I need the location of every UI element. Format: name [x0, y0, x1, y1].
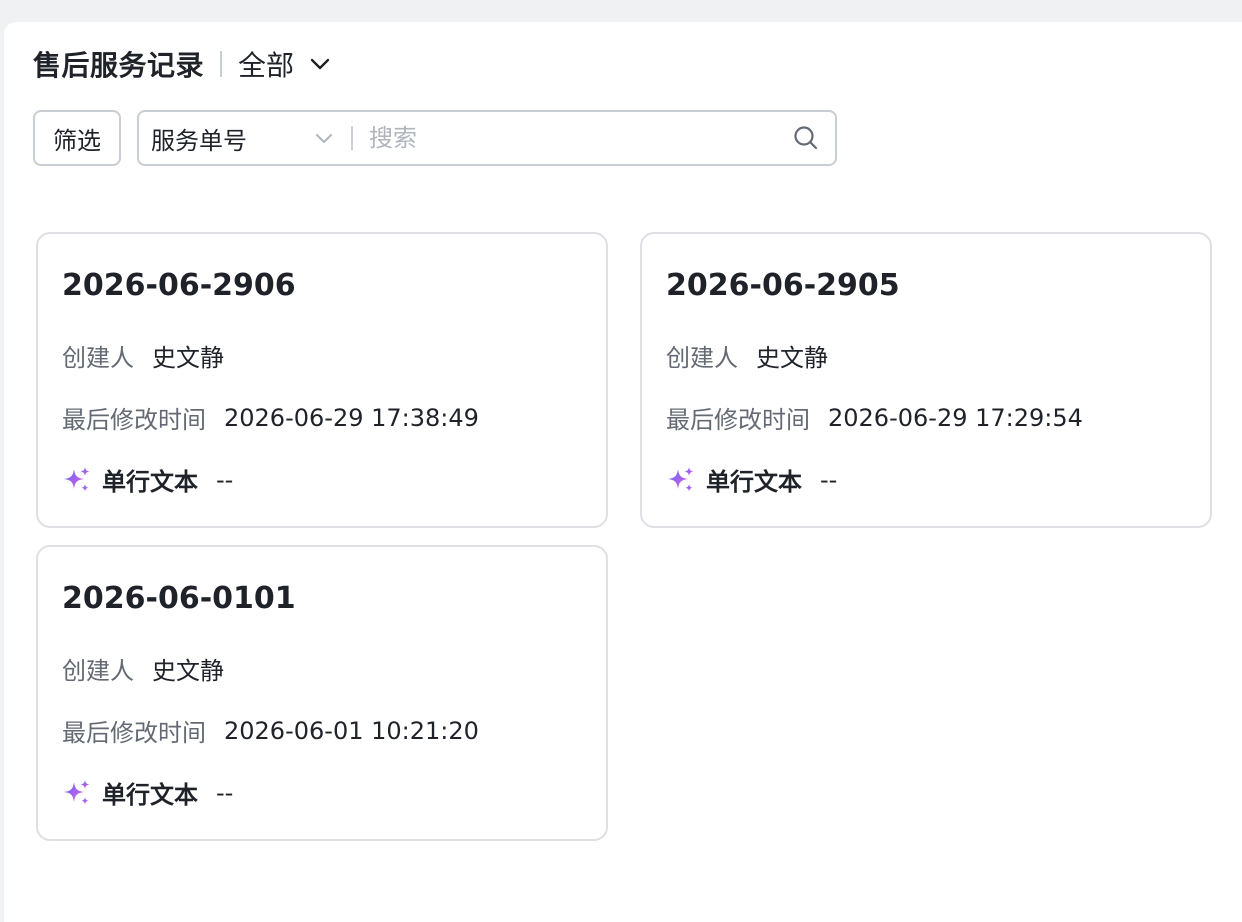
single-line-text-value: --: [216, 778, 234, 807]
chevron-down-icon: [310, 58, 330, 70]
creator-value: 史文静: [756, 344, 828, 372]
sparkle-icon: [62, 778, 92, 808]
record-card[interactable]: 2026-06-0101 创建人 史文静 最后修改时间 2026-06-01 1…: [36, 545, 608, 841]
search-box: 服务单号: [137, 110, 837, 166]
single-line-text-row: 单行文本 --: [62, 462, 233, 497]
creator-row: 创建人 史文静: [62, 651, 224, 686]
single-line-text-value: --: [820, 465, 838, 494]
filter-button[interactable]: 筛选: [33, 110, 121, 166]
search-field-select[interactable]: 服务单号: [139, 121, 351, 156]
single-line-text-row: 单行文本 --: [62, 775, 233, 810]
search-input[interactable]: [353, 124, 793, 152]
modified-label: 最后修改时间: [666, 406, 810, 434]
page-title: 售后服务记录: [33, 49, 205, 82]
record-id: 2026-06-2905: [666, 268, 900, 303]
modified-label: 最后修改时间: [62, 406, 206, 434]
search-field-label: 服务单号: [151, 126, 247, 155]
chevron-down-icon: [315, 133, 333, 144]
sparkle-icon: [62, 465, 92, 495]
modified-row: 最后修改时间 2026-06-29 17:29:54: [666, 400, 1083, 435]
scope-dropdown[interactable]: 全部: [238, 44, 330, 84]
modified-label: 最后修改时间: [62, 719, 206, 747]
creator-label: 创建人: [666, 344, 738, 372]
title-divider: [220, 51, 223, 77]
page-header: 售后服务记录 全部: [33, 46, 330, 82]
modified-value: 2026-06-29 17:29:54: [828, 403, 1083, 432]
single-line-text-row: 单行文本 --: [666, 462, 837, 497]
sparkle-icon: [666, 465, 696, 495]
modified-value: 2026-06-01 10:21:20: [224, 716, 479, 745]
modified-row: 最后修改时间 2026-06-29 17:38:49: [62, 400, 479, 435]
modified-value: 2026-06-29 17:38:49: [224, 403, 479, 432]
creator-label: 创建人: [62, 657, 134, 685]
single-line-text-label: 单行文本: [706, 468, 802, 496]
single-line-text-label: 单行文本: [102, 781, 198, 809]
single-line-text-value: --: [216, 465, 234, 494]
record-id: 2026-06-0101: [62, 581, 296, 616]
search-icon[interactable]: [793, 125, 819, 151]
creator-row: 创建人 史文静: [62, 338, 224, 373]
scope-label: 全部: [238, 49, 295, 82]
toolbar: 筛选 服务单号: [33, 110, 837, 166]
single-line-text-label: 单行文本: [102, 468, 198, 496]
record-card[interactable]: 2026-06-2906 创建人 史文静 最后修改时间 2026-06-29 1…: [36, 232, 608, 528]
creator-row: 创建人 史文静: [666, 338, 828, 373]
creator-value: 史文静: [152, 344, 224, 372]
creator-label: 创建人: [62, 344, 134, 372]
record-id: 2026-06-2906: [62, 268, 296, 303]
modified-row: 最后修改时间 2026-06-01 10:21:20: [62, 713, 479, 748]
record-card[interactable]: 2026-06-2905 创建人 史文静 最后修改时间 2026-06-29 1…: [640, 232, 1212, 528]
creator-value: 史文静: [152, 657, 224, 685]
